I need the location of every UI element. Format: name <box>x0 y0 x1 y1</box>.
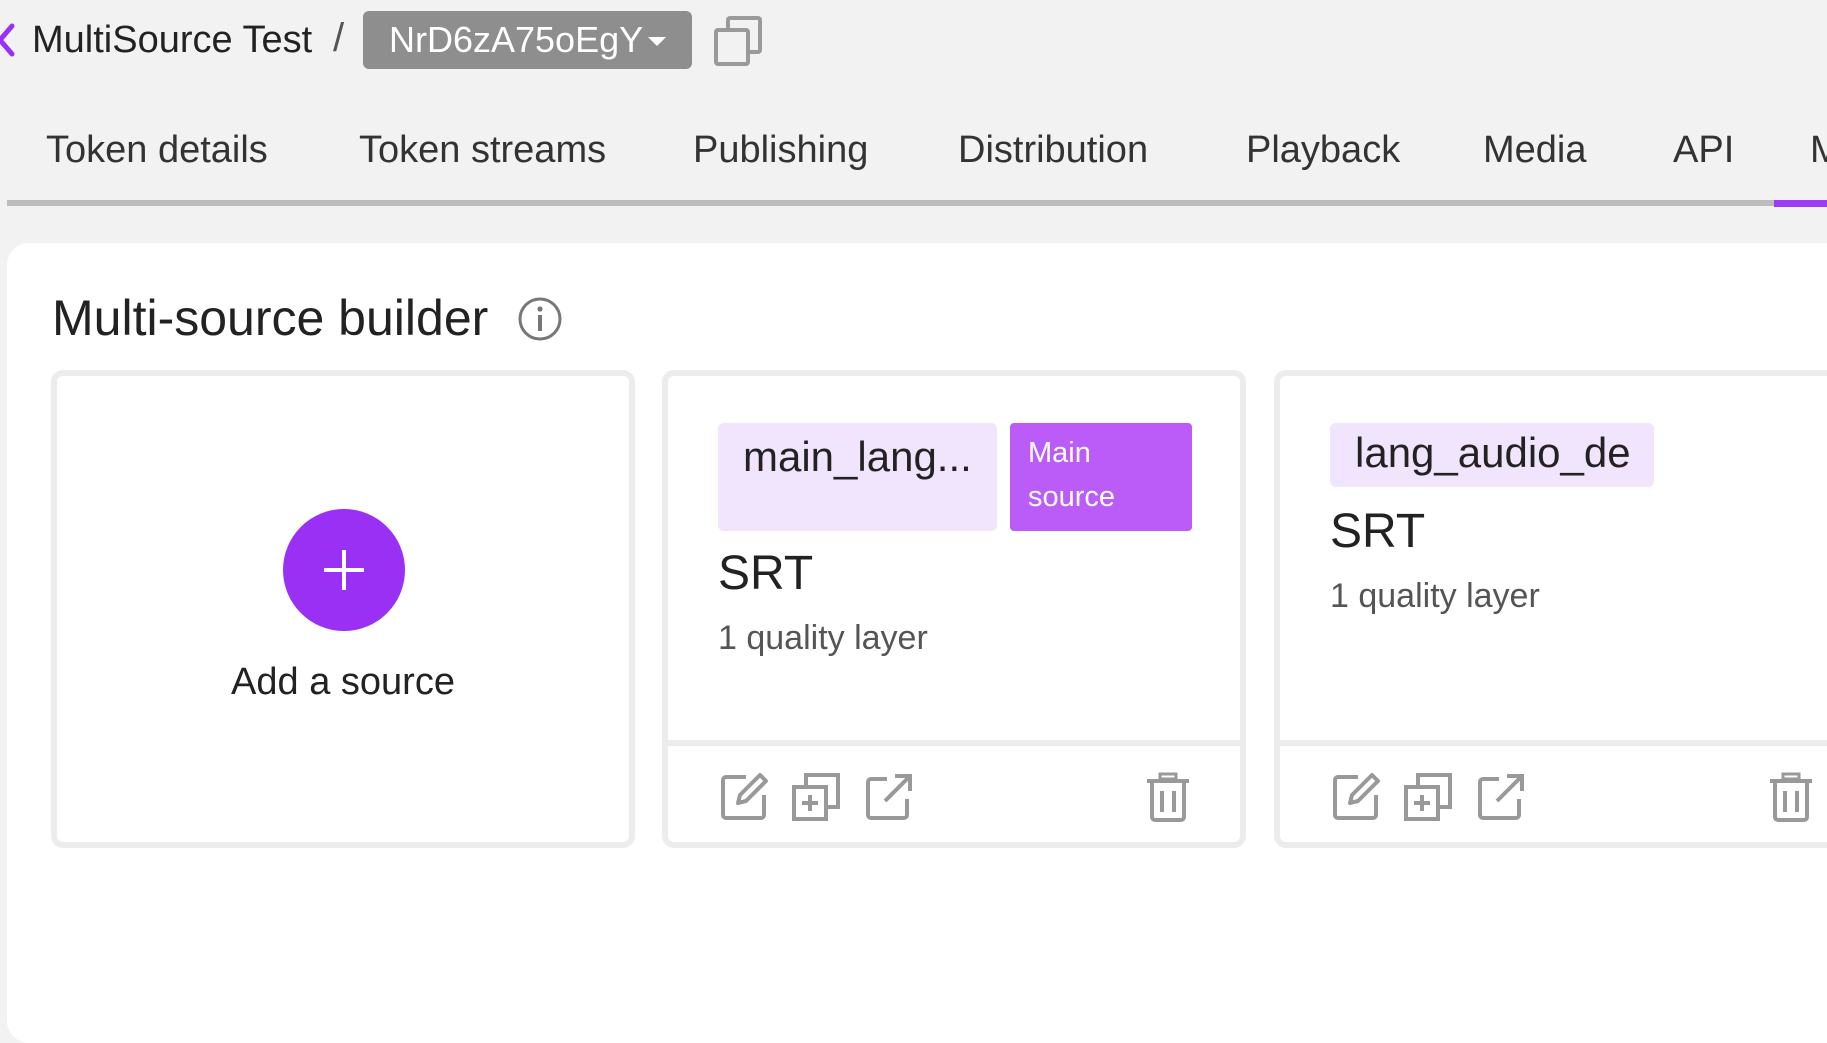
token-id-label: NrD6zA75oEgY <box>389 19 644 60</box>
breadcrumb-separator: / <box>333 16 345 60</box>
source-name-chip: lang_audio_de <box>1330 423 1654 487</box>
page-title: Multi-source builder <box>52 290 489 346</box>
open-external-icon[interactable] <box>863 771 915 823</box>
project-title[interactable]: MultiSource Test <box>32 16 312 64</box>
card-divider <box>668 740 1240 746</box>
tab-api[interactable]: API <box>1673 118 1734 182</box>
source-quality-layers: 1 quality layer <box>718 619 928 657</box>
tab-bar: Token details Token streams Publishing D… <box>0 118 1827 208</box>
info-icon[interactable] <box>517 296 563 342</box>
source-protocol: SRT <box>1330 505 1426 558</box>
copy-icon[interactable] <box>712 14 764 68</box>
source-protocol: SRT <box>718 547 814 600</box>
back-chevron-icon[interactable] <box>0 18 20 62</box>
trash-icon[interactable] <box>1142 771 1194 823</box>
tab-playback[interactable]: Playback <box>1246 118 1400 182</box>
main-source-badge: Main source <box>1010 423 1192 531</box>
add-source-button[interactable] <box>283 509 405 631</box>
trash-icon[interactable] <box>1765 771 1817 823</box>
source-card: lang_audio_de SRT 1 quality layer <box>1274 370 1827 848</box>
duplicate-icon[interactable] <box>790 771 842 823</box>
tab-publishing[interactable]: Publishing <box>693 118 868 182</box>
tab-underline <box>7 200 1827 206</box>
source-quality-layers: 1 quality layer <box>1330 577 1540 615</box>
tab-token-streams[interactable]: Token streams <box>359 118 606 182</box>
source-name-chip: main_lang... <box>718 423 997 531</box>
tab-media[interactable]: Media <box>1483 118 1587 182</box>
edit-icon[interactable] <box>1330 771 1382 823</box>
source-card: main_lang... Main source SRT 1 quality l… <box>662 370 1246 848</box>
card-divider <box>1280 740 1827 746</box>
plus-icon <box>324 550 364 590</box>
tab-multisource[interactable]: M <box>1810 118 1827 182</box>
tab-distribution[interactable]: Distribution <box>958 118 1148 182</box>
add-source-card[interactable]: Add a source <box>51 370 635 848</box>
add-source-label: Add a source <box>231 661 455 703</box>
open-external-icon[interactable] <box>1475 771 1527 823</box>
token-selector[interactable]: NrD6zA75oEgY <box>363 11 692 69</box>
duplicate-icon[interactable] <box>1402 771 1454 823</box>
caret-down-icon <box>648 37 666 46</box>
active-tab-indicator <box>1774 200 1827 207</box>
tab-token-details[interactable]: Token details <box>46 118 268 182</box>
edit-icon[interactable] <box>718 771 770 823</box>
